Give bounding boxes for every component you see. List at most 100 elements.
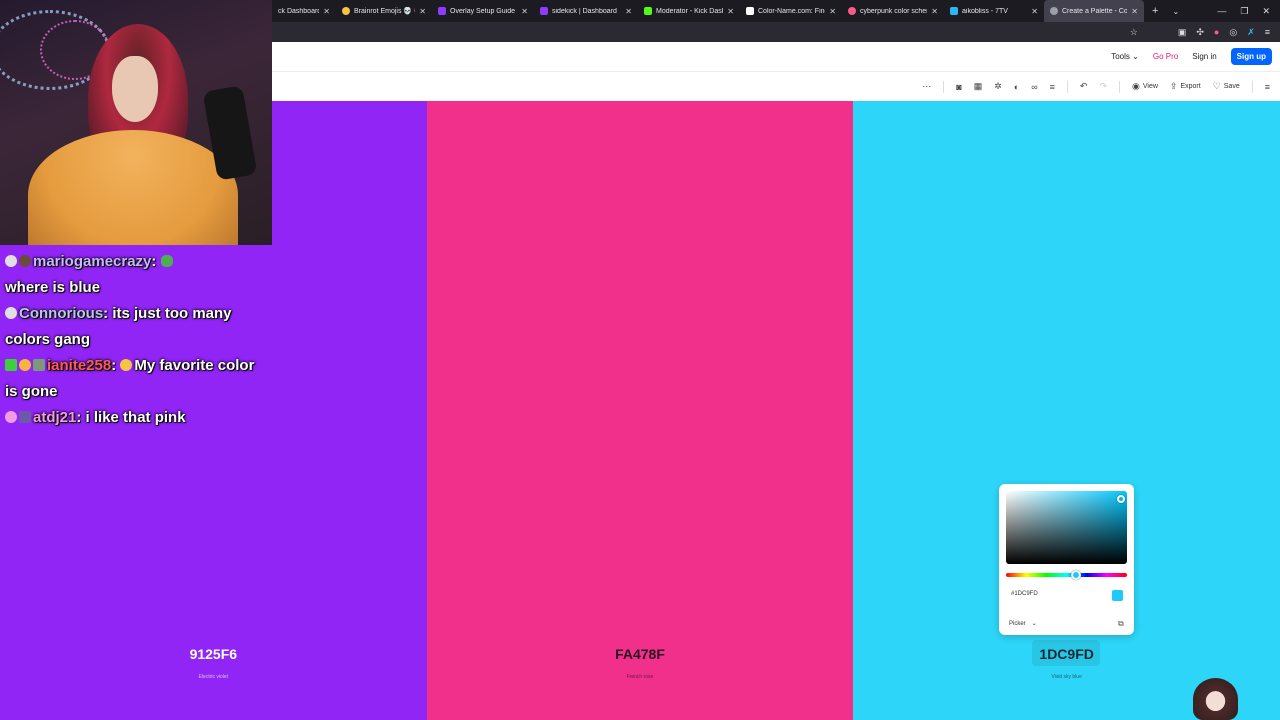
sv-handle[interactable] [1117,495,1125,503]
saturation-value-area[interactable] [1006,491,1127,564]
stream-chat-overlay: mariogamecrazy: where is blue Connorious… [5,249,270,431]
color-swatch-rose[interactable]: FA478F French rose [426,101,854,720]
close-icon[interactable]: ✕ [625,7,632,16]
palette-toolbar: ⋯ ◙ ▦ ✲ ◐ ∞ ≡ ↶ ↷ ◉ View ⇪ Export ♡ Save ≡ [272,72,1280,101]
browser-toolbar: ☆ ▣ ✣ ● ◎ ✗ ≡ [272,22,1280,42]
redo-icon[interactable]: ↷ [1099,81,1107,92]
streamer-face [112,56,158,122]
new-tab-icon[interactable]: + [1152,5,1158,17]
glasses-icon[interactable]: ∞ [1031,82,1037,92]
more-options-icon[interactable]: ⋯ [922,81,931,92]
close-icon[interactable]: ✕ [931,7,938,16]
tab-list-chevron-icon[interactable]: ⌄ [1172,7,1179,16]
eye-icon: ◉ [1132,81,1140,91]
sliders-icon[interactable]: ≡ [1050,82,1055,92]
7tv-favicon-icon [950,7,958,15]
mascot-avatar [1193,678,1239,720]
undo-icon[interactable]: ↶ [1080,81,1088,92]
app-header: Tools ⌄ Go Pro Sign in Sign up [272,42,1280,72]
kick-favicon-icon [644,7,652,15]
pencil-badge-icon [33,359,45,371]
close-icon[interactable]: ✕ [829,7,836,16]
chat-username: atdj21 [33,409,77,426]
7tv-extension-icon[interactable]: ✗ [1247,27,1255,38]
emote-icon [160,255,173,267]
tab-sidekick-dashboard[interactable]: sidekick | Dashboard ✕ [534,0,638,22]
extension-badge-icon[interactable]: ● [1214,27,1219,37]
scheme-favicon-icon [848,7,856,15]
swatch-color-name: Electric violet [198,674,229,680]
copy-icon[interactable]: ⧉ [1118,619,1124,629]
chevron-down-icon: ⌄ [1132,52,1139,61]
coolors-favicon-icon [1050,7,1058,15]
chat-username: Connorious [19,305,104,322]
swatch-color-name: French rose [626,674,654,680]
sign-in-link[interactable]: Sign in [1192,52,1216,61]
heart-icon: ♡ [1212,81,1221,91]
tab-kick-moderator[interactable]: Moderator - Kick Dashboard ✕ [638,0,740,22]
save-button[interactable]: ♡ Save [1213,81,1240,92]
hamburger-menu-icon[interactable]: ≡ [1265,82,1270,92]
grid-icon[interactable]: ▦ [974,81,983,92]
browser-menu-icon[interactable]: ≡ [1265,27,1270,37]
extension-icon[interactable]: ▣ [1178,27,1187,38]
hue-slider-handle[interactable] [1071,570,1081,580]
overlay-favicon-icon [438,7,446,15]
flower-badge-icon [5,411,17,423]
tab-cyberpunk-scheme[interactable]: cyberpunk color scheme at ✕ [842,0,944,22]
close-icon[interactable]: ✕ [727,7,734,16]
restore-icon[interactable]: ❐ [1240,6,1248,17]
chat-message: Connorious: its just too many colors gan… [5,305,232,348]
close-icon[interactable]: ✕ [1131,7,1138,16]
color-name-favicon-icon [746,7,754,15]
export-button[interactable]: ⇪ Export [1170,81,1201,92]
close-icon[interactable]: ✕ [1031,7,1038,16]
tab-overlay-setup[interactable]: Overlay Setup Guide ✕ [432,0,534,22]
chat-text: i like that pink [85,409,186,426]
chat-message: atdj21: i like that pink [5,405,270,431]
swatch-hex[interactable]: FA478F [427,646,854,662]
emote-icon [120,359,133,371]
tab-kick-dashboard[interactable]: ck Dashboard ✕ [272,0,336,22]
tab-brainrot-emojis[interactable]: Brainrot Emojis 💀 🤡 👌 | ✕ [336,0,432,22]
swatch-hex[interactable]: 9125F6 [0,646,427,662]
hue-slider[interactable] [1006,570,1127,580]
picker-mode-select[interactable]: Picker ⌄ [1009,620,1037,628]
share-icon: ⇪ [1169,81,1178,91]
adjust-icon[interactable]: ✲ [994,81,1002,92]
gift-badge-icon [19,359,31,371]
view-button[interactable]: ◉ View [1132,81,1158,92]
chevron-down-icon: ⌄ [1031,621,1037,627]
minimize-icon[interactable]: — [1217,6,1226,16]
window-close-icon[interactable]: ✕ [1262,6,1270,17]
webcam-overlay [0,0,272,245]
puzzle-extensions-icon[interactable]: ✣ [1196,27,1204,38]
cloud-badge-icon [5,307,17,319]
sidekick-favicon-icon [540,7,548,15]
hex-input[interactable]: #1DC9FD [1011,591,1038,597]
chat-message: ianite258: My favorite color is gone [5,357,255,400]
tab-7tv[interactable]: aikobliss - 7TV ✕ [944,0,1044,22]
tab-color-name[interactable]: Color-Name.com: Find nam ✕ [740,0,842,22]
swatch-hex[interactable]: 1DC9FD [853,646,1280,662]
chat-username: ianite258 [47,357,112,374]
window-controls: — ❐ ✕ [1217,0,1280,22]
streamer-hoodie [28,130,238,245]
cloud-badge-icon [5,255,17,267]
account-icon[interactable]: ◎ [1229,27,1237,38]
contrast-icon[interactable]: ◐ [1014,82,1019,92]
close-icon[interactable]: ✕ [419,7,426,16]
close-icon[interactable]: ✕ [323,7,330,16]
go-pro-link[interactable]: Go Pro [1153,52,1178,61]
color-picker-popover: #1DC9FD Picker ⌄ ⧉ [999,484,1134,635]
tools-menu[interactable]: Tools ⌄ [1111,52,1139,61]
bookmark-star-icon[interactable]: ☆ [1130,27,1138,38]
sub-badge-icon [19,411,31,423]
emoji-favicon-icon [342,7,350,15]
chat-text: where is blue [5,279,101,296]
close-icon[interactable]: ✕ [521,7,528,16]
check-badge-icon [5,359,17,371]
tab-coolors[interactable]: Create a Palette - Coolors ✕ [1044,0,1144,22]
camera-icon[interactable]: ◙ [956,82,961,92]
sign-up-button[interactable]: Sign up [1230,48,1272,65]
